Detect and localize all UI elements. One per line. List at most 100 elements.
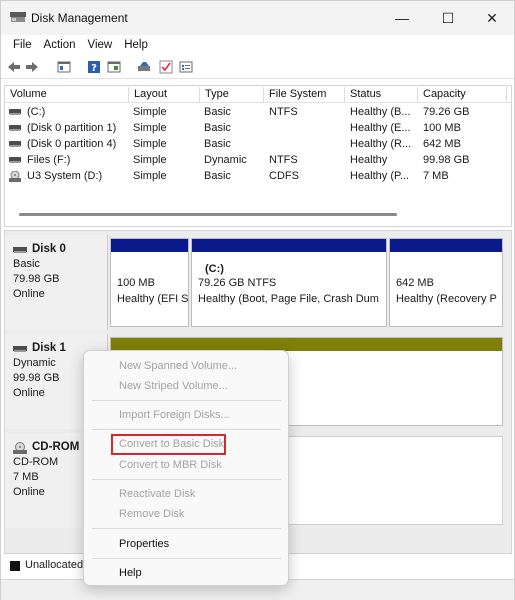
column-header-type[interactable]: Type	[202, 88, 229, 102]
menu-item-import-foreign-disks[interactable]: Import Foreign Disks...	[119, 409, 230, 421]
close-button[interactable]: ✕	[469, 1, 515, 35]
column-divider[interactable]	[344, 87, 345, 102]
table-row[interactable]: (Disk 0 partition 4) Simple Basic Health…	[5, 137, 511, 153]
partition-recovery-status: Healthy (Recovery P	[396, 293, 497, 305]
forward-arrow-icon[interactable]	[25, 60, 39, 74]
maximize-icon: ☐	[441, 9, 455, 26]
disk-0-type: Basic	[13, 258, 40, 270]
check-icon[interactable]	[159, 60, 173, 74]
column-divider[interactable]	[199, 87, 200, 102]
cell-volume: (Disk 0 partition 1)	[27, 122, 117, 134]
column-header-file-system[interactable]: File System	[266, 88, 326, 102]
menu-item-convert-to-basic-disk[interactable]: Convert to Basic Disk	[119, 438, 224, 450]
cell-type: Basic	[204, 138, 231, 150]
partition-recovery[interactable]: 642 MB Healthy (Recovery P	[389, 238, 503, 327]
menu-item-convert-to-mbr-disk[interactable]: Convert to MBR Disk	[119, 459, 222, 471]
cell-file-system: CDFS	[269, 170, 299, 182]
minimize-button[interactable]: —	[379, 1, 425, 35]
menu-item-remove-disk[interactable]: Remove Disk	[119, 508, 184, 520]
table-row[interactable]: Files (F:) Simple Dynamic NTFS Healthy 9…	[5, 153, 511, 169]
partition-c-size: 79.26 GB NTFS	[198, 277, 277, 289]
cell-type: Basic	[204, 106, 231, 118]
legend-swatch-unallocated	[10, 561, 20, 571]
close-icon: ✕	[486, 9, 498, 26]
drive-icon	[9, 157, 21, 163]
properties-icon[interactable]	[107, 60, 121, 74]
menu-view[interactable]: View	[82, 39, 119, 51]
column-header-status[interactable]: Status	[347, 88, 381, 102]
cell-layout: Simple	[133, 154, 167, 166]
partition-bar	[111, 239, 188, 252]
cell-capacity: 100 MB	[423, 122, 461, 134]
volume-list-header: Volume Layout Type File System Status Ca…	[5, 86, 511, 103]
legend-unallocated-label: Unallocated	[25, 559, 84, 571]
maximize-button[interactable]: ☐	[425, 1, 471, 35]
partition-c[interactable]: (C:) 79.26 GB NTFS Healthy (Boot, Page F…	[191, 238, 387, 327]
column-header-capacity[interactable]: Capacity	[420, 88, 466, 102]
partition-recovery-size: 642 MB	[396, 277, 434, 289]
horizontal-scrollbar[interactable]	[19, 213, 397, 216]
column-header-volume[interactable]: Volume	[7, 88, 47, 102]
cell-capacity: 79.26 GB	[423, 106, 470, 118]
menu-item-new-striped-volume[interactable]: New Striped Volume...	[119, 380, 228, 392]
column-divider[interactable]	[263, 87, 264, 102]
partition-efi[interactable]: 100 MB Healthy (EFI S	[110, 238, 189, 327]
partition-bar	[390, 239, 502, 252]
table-row[interactable]: (Disk 0 partition 1) Simple Basic Health…	[5, 121, 511, 137]
partition-c-status: Healthy (Boot, Page File, Crash Dum	[198, 293, 379, 305]
column-divider[interactable]	[506, 87, 507, 102]
column-divider[interactable]	[417, 87, 418, 102]
partition-efi-status: Healthy (EFI S	[117, 293, 189, 305]
disk-1-name: Disk 1	[32, 342, 66, 354]
column-divider[interactable]	[128, 87, 129, 102]
cell-type: Basic	[204, 170, 231, 182]
console-tree-icon[interactable]	[57, 60, 71, 74]
disk-icon[interactable]	[137, 60, 151, 74]
cell-volume: U3 System (D:)	[27, 170, 103, 182]
column-header-layout[interactable]: Layout	[131, 88, 167, 102]
cell-status: Healthy (B...	[350, 106, 411, 118]
drive-icon	[9, 109, 21, 115]
table-row[interactable]: U3 System (D:) Simple Basic CDFS Healthy…	[5, 169, 511, 185]
minimize-icon: —	[395, 10, 409, 26]
menu-help[interactable]: Help	[118, 39, 154, 51]
menu-item-properties[interactable]: Properties	[119, 538, 169, 550]
menu-file[interactable]: File	[7, 39, 38, 51]
cell-volume: Files (F:)	[27, 154, 71, 166]
help-icon[interactable]: ?	[87, 60, 101, 74]
cell-status: Healthy	[350, 154, 388, 166]
drive-icon	[9, 125, 21, 131]
back-arrow-icon[interactable]	[7, 60, 21, 74]
menu-item-new-spanned-volume[interactable]: New Spanned Volume...	[119, 360, 237, 372]
window-title: Disk Management	[31, 11, 128, 25]
cell-layout: Simple	[133, 106, 167, 118]
context-menu: New Spanned Volume... New Striped Volume…	[83, 350, 289, 586]
menu-bar: File Action View Help	[1, 35, 514, 55]
toolbar: ?	[1, 55, 514, 79]
partition-bar	[192, 239, 386, 252]
menu-action[interactable]: Action	[38, 39, 82, 51]
cell-capacity: 7 MB	[423, 170, 449, 182]
menu-item-help[interactable]: Help	[119, 567, 142, 579]
cell-type: Basic	[204, 122, 231, 134]
menu-separator	[92, 400, 281, 401]
menu-item-reactivate-disk[interactable]: Reactivate Disk	[119, 488, 195, 500]
cell-layout: Simple	[133, 122, 167, 134]
cell-layout: Simple	[133, 170, 167, 182]
cdrom-icon	[9, 171, 21, 182]
partition-efi-size: 100 MB	[117, 277, 155, 289]
disk-management-icon	[10, 12, 26, 22]
cell-layout: Simple	[133, 138, 167, 150]
list-icon[interactable]	[179, 60, 193, 74]
cdrom-name: CD-ROM	[32, 441, 80, 453]
cell-status: Healthy (P...	[350, 170, 410, 182]
disk-icon	[13, 345, 27, 352]
menu-separator	[92, 528, 281, 529]
disk-0-label[interactable]: Disk 0 Basic 79.98 GB Online	[5, 235, 108, 330]
disk-icon	[13, 246, 27, 253]
menu-separator	[92, 558, 281, 559]
table-row[interactable]: (C:) Simple Basic NTFS Healthy (B... 79.…	[5, 105, 511, 121]
cell-volume: (C:)	[27, 106, 46, 118]
cell-type: Dynamic	[204, 154, 247, 166]
cell-volume: (Disk 0 partition 4)	[27, 138, 117, 150]
